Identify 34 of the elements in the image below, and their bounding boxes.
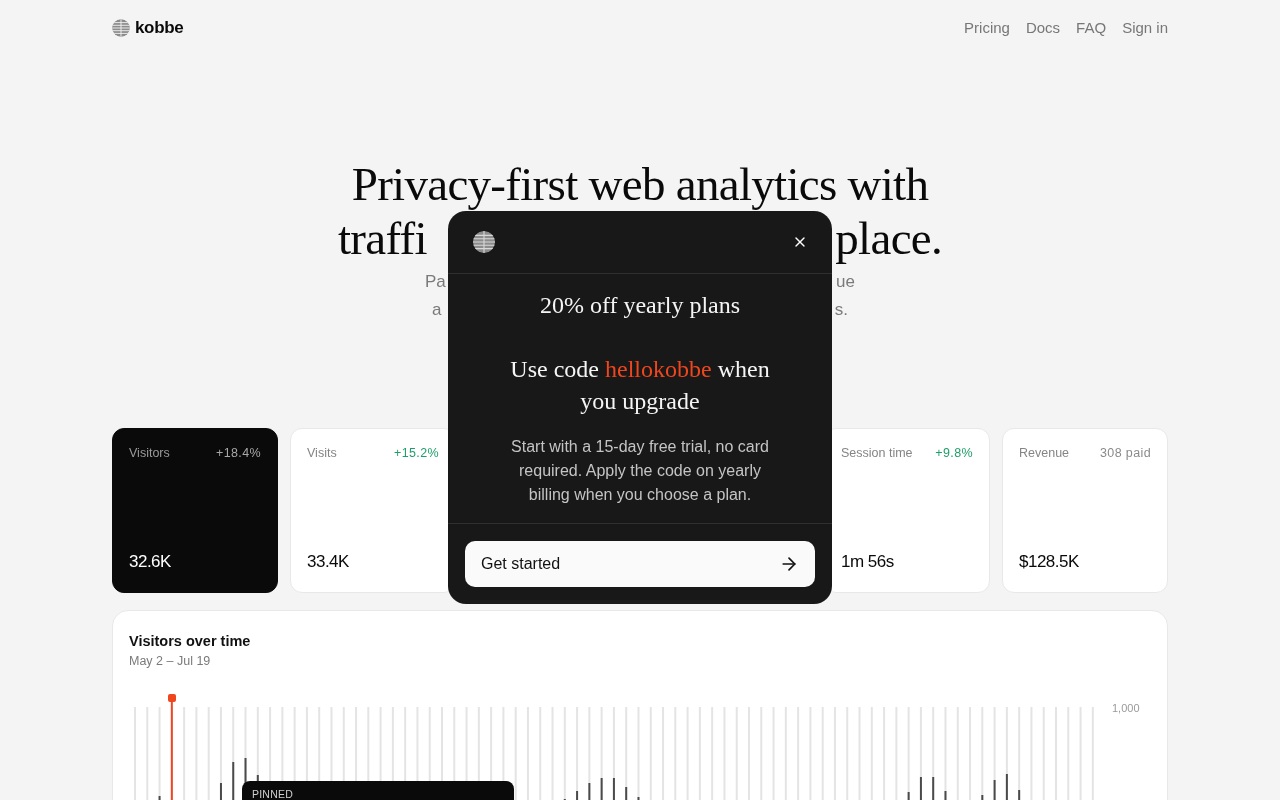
nav-link[interactable]: Docs bbox=[1025, 16, 1061, 40]
chart-title: Visitors over time bbox=[129, 632, 251, 651]
tooltip-label: PINNED bbox=[252, 788, 293, 800]
stat-value: 1m 56s bbox=[841, 550, 895, 573]
stat-delta: +15.2% bbox=[394, 445, 439, 462]
globe-logo-icon bbox=[112, 19, 130, 37]
stat-label: Visitors bbox=[129, 445, 170, 462]
nav-link[interactable]: FAQ bbox=[1076, 16, 1107, 40]
headline-text: traffi bbox=[338, 216, 427, 260]
stat-delta: 308 paid bbox=[1100, 445, 1151, 462]
subtitle-text: s. bbox=[834, 299, 848, 321]
get-started-button[interactable]: Get started bbox=[465, 541, 815, 587]
stat-value: $128.5K bbox=[1019, 550, 1080, 573]
stat-label: Session time bbox=[841, 445, 913, 462]
stat-label: Revenue bbox=[1019, 445, 1070, 462]
subtitle-text: ue bbox=[836, 271, 855, 293]
brand-link[interactable]: kobbe bbox=[112, 15, 184, 41]
stat-delta: +18.4% bbox=[216, 445, 261, 462]
promo-message: Use code hellokobbe when you upgrade bbox=[509, 355, 771, 416]
globe-logo-icon bbox=[473, 231, 495, 253]
subtitle-text: Pa bbox=[425, 271, 446, 293]
axis-label: 1,000 bbox=[1112, 701, 1140, 715]
nav-link[interactable]: Pricing bbox=[964, 16, 1010, 40]
nav-link[interactable]: Sign in bbox=[1122, 16, 1168, 40]
subtitle-text: a bbox=[432, 299, 442, 321]
stat-card[interactable]: Visitors +18.4% 32.6K bbox=[112, 428, 278, 593]
stat-label: Visits bbox=[307, 445, 337, 462]
stat-card[interactable]: Revenue 308 paid $128.5K bbox=[1002, 428, 1168, 593]
stat-value: 32.6K bbox=[129, 550, 172, 573]
chart-subtitle: May 2 – Jul 19 bbox=[129, 653, 211, 670]
stat-value: 33.4K bbox=[307, 550, 350, 573]
dialog-title: 20% off yearly plans bbox=[539, 291, 741, 320]
stat-delta: +9.8% bbox=[935, 445, 973, 462]
dialog-body: Start with a 15-day free trial, no card required. Apply the code on yearly billing when you choose a plan. bbox=[510, 437, 770, 505]
